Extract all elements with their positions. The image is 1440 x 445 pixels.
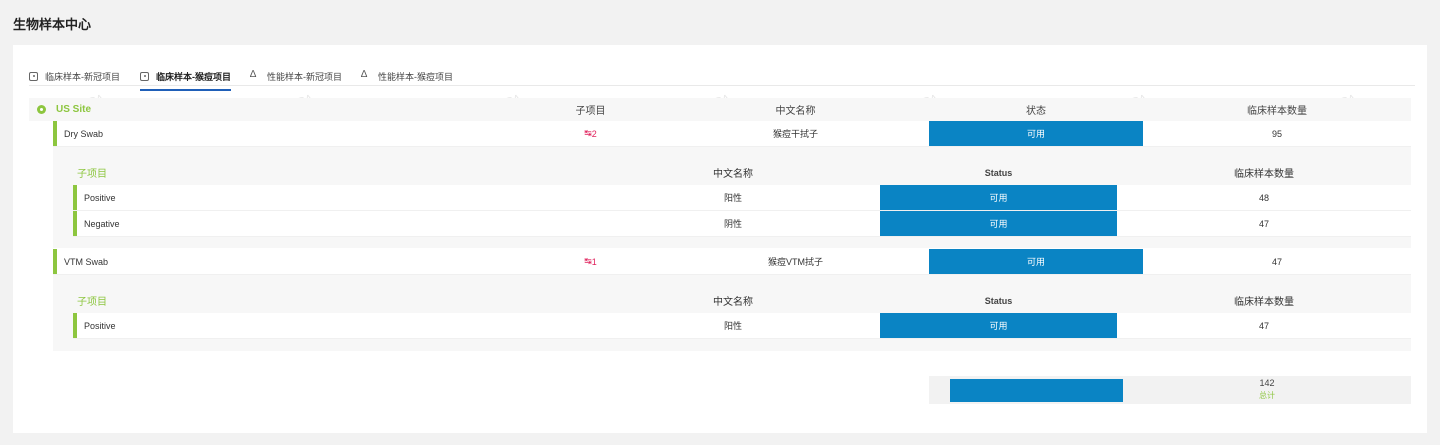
row-cn-name: 阳性 [723,193,742,203]
row-cn-name: 猴痘VTM拭子 [768,257,823,267]
row-indicator [73,185,77,210]
sub-items-icon: ↹ [584,128,592,138]
status-badge: 可用 [929,249,1143,274]
total-cell: 142 总计 [1123,378,1411,401]
sub-header-sub: 子项目 [77,297,107,308]
total-value: 142 [1259,378,1275,388]
content-card: 临床样本-新冠项目 临床样本-猴痘项目 性能样本-新冠项目 性能样本-猴痘项目 … [13,45,1427,433]
row-count: 48 [1258,192,1269,203]
sub-header-cn-name: 中文名称 [713,169,753,180]
header-cn-name: 中文名称 [775,106,816,117]
row-name: Positive [84,320,116,331]
status-badge: 可用 [880,185,1117,210]
status-badge: 可用 [880,211,1117,236]
sub-count-link[interactable]: ↹ 1 [519,249,662,274]
row-count: 47 [1258,218,1269,229]
sub-header-status: Status [984,295,1013,306]
table-row[interactable]: Dry Swab ↹ 2 猴痘干拭子 可用 95 [53,121,1411,147]
table-row[interactable]: VTM Swab ↹ 1 猴痘VTM拭子 可用 47 [53,249,1411,275]
sub-items-icon: ↹ [584,256,592,266]
tab-label: 性能样本-新冠项目 [267,71,342,82]
tree-icon [250,69,260,81]
row-count: 47 [1258,320,1269,331]
row-name: Negative [84,218,120,229]
tab-label: 性能样本-猴痘项目 [378,71,453,82]
header-status: 状态 [1026,106,1046,117]
row-indicator [73,313,77,338]
sub-table-header: 子项目 中文名称 Status 临床样本数量 [73,161,1411,184]
sample-box-icon [140,71,149,81]
row-name: Dry Swab [64,128,104,139]
header-count: 临床样本数量 [1247,106,1307,117]
sub-count-link[interactable]: ↹ 2 [519,121,662,146]
sub-table-header: 子项目 中文名称 Status 临床样本数量 [73,289,1411,312]
row-cn-name: 阳性 [723,321,742,331]
site-name: US Site [56,104,92,115]
table-row[interactable]: Positive 阳性 可用 48 [73,185,1411,211]
sub-header-status: Status [984,167,1013,178]
sample-box-icon [29,71,38,81]
status-badge: 可用 [929,121,1143,146]
tab-label: 临床样本-新冠项目 [45,71,120,82]
row-name: VTM Swab [64,256,109,267]
sub-header-cn-name: 中文名称 [713,297,753,308]
row-cn-name: 猴痘干拭子 [772,129,818,139]
header-sub: 子项目 [575,106,606,117]
status-badge: 可用 [880,313,1117,338]
table-header: US Site 子项目 中文名称 状态 临床样本数量 [29,98,1411,121]
tab-divider [29,85,1415,86]
row-cn-name: 阴性 [723,219,742,229]
total-status-bar [950,379,1123,402]
sub-header-sub: 子项目 [77,169,107,180]
row-name: Positive [84,192,116,203]
tab-label: 临床样本-猴痘项目 [156,71,231,82]
sub-header-count: 临床样本数量 [1234,169,1294,180]
row-indicator [53,249,57,274]
row-count: 47 [1271,256,1282,267]
expand-circle-icon[interactable] [37,105,46,114]
row-indicator [73,211,77,236]
row-indicator [53,121,57,146]
page-title: 生物样本中心 [13,17,92,32]
table-row[interactable]: Positive 阳性 可用 47 [73,313,1411,339]
table-row[interactable]: Negative 阴性 可用 47 [73,211,1411,237]
site-cell[interactable]: US Site [29,98,519,121]
row-count: 95 [1271,128,1282,139]
total-label: 总计 [1259,391,1275,400]
sub-header-count: 临床样本数量 [1234,297,1294,308]
tree-icon [361,69,371,81]
